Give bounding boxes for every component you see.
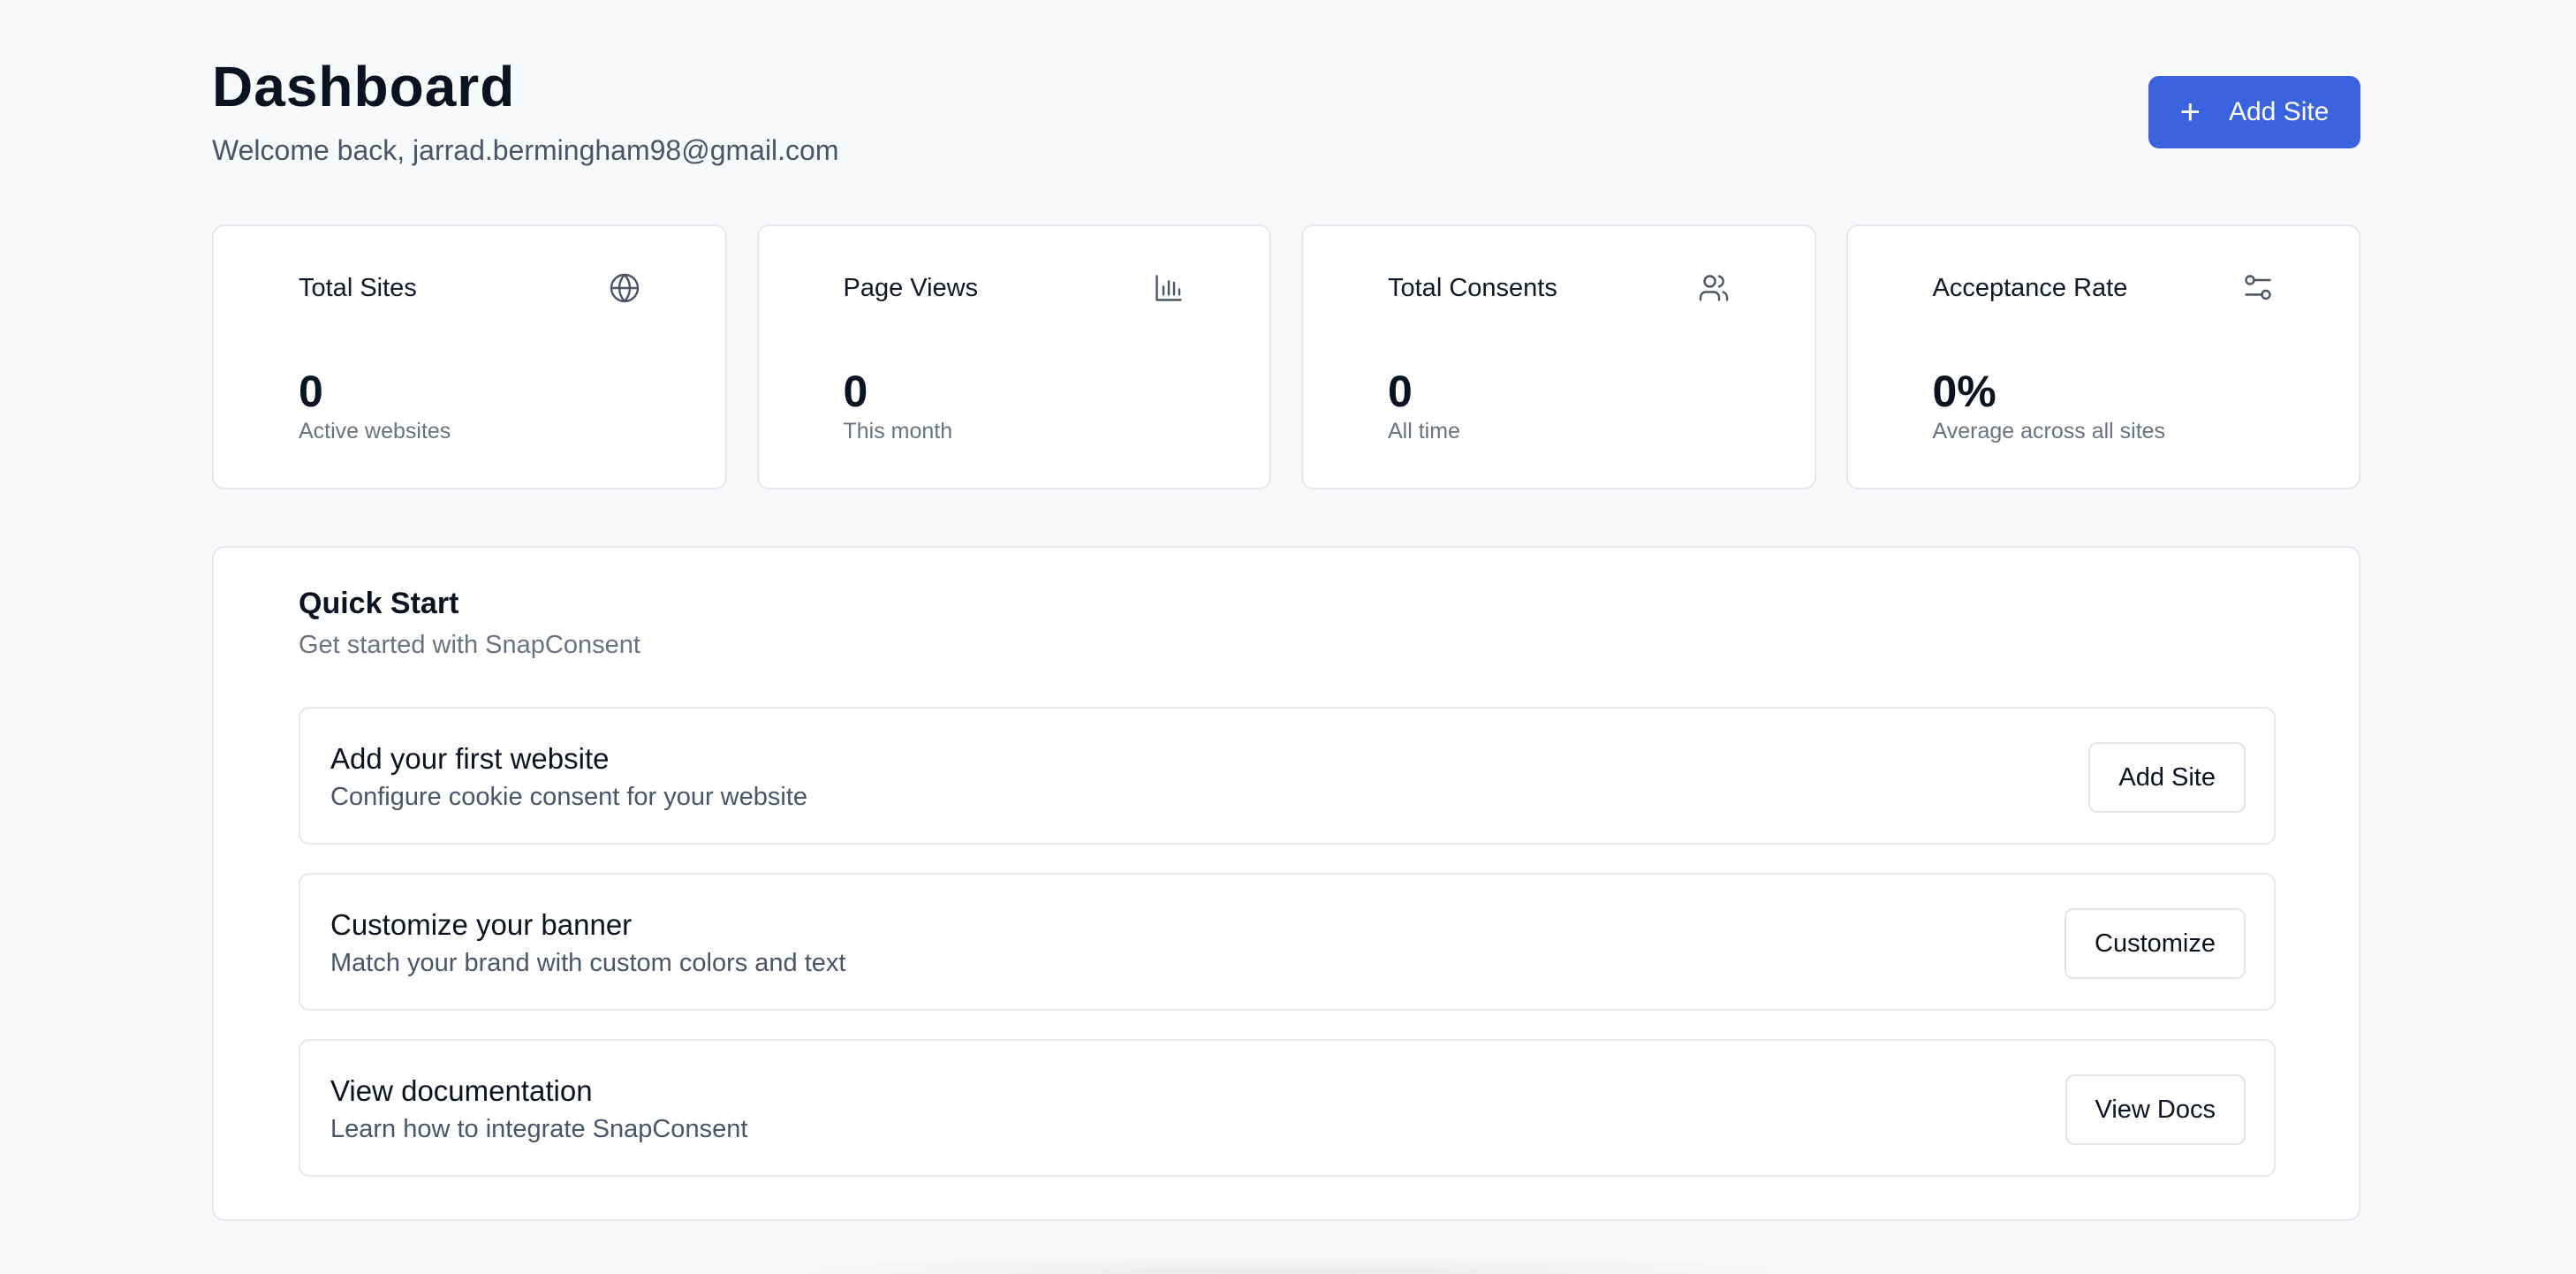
task-title: View documentation xyxy=(330,1074,593,1107)
bar-chart-icon xyxy=(1155,275,1182,301)
stat-card-total-consents: Total Consents 0 All time xyxy=(1301,224,1816,489)
stat-caption: Active websites xyxy=(299,419,451,444)
task-description: Learn how to integrate SnapConsent xyxy=(330,1115,748,1143)
add-site-button[interactable]: + Add Site xyxy=(2148,76,2360,148)
customize-button[interactable]: Customize xyxy=(2065,908,2246,979)
add-site-button-label: Add Site xyxy=(2228,97,2330,126)
globe-icon xyxy=(610,273,639,303)
plus-icon: + xyxy=(2179,93,2201,132)
quick-start-subtitle: Get started with SnapConsent xyxy=(299,631,640,659)
page-header: Dashboard Welcome back, jarrad.bermingha… xyxy=(212,55,2360,178)
stat-label: Page Views xyxy=(843,274,979,302)
task-description: Configure cookie consent for your websit… xyxy=(330,783,808,811)
stat-value: 0 xyxy=(1388,367,1413,416)
quick-start-card: Quick Start Get started with SnapConsent… xyxy=(212,546,2360,1221)
task-add-website: Add your first website Configure cookie … xyxy=(299,707,2276,845)
page-title: Dashboard xyxy=(212,55,516,118)
task-customize-banner: Customize your banner Match your brand w… xyxy=(299,873,2276,1011)
stat-value: 0 xyxy=(843,367,868,416)
stat-label: Total Consents xyxy=(1388,274,1557,302)
stat-value: 0% xyxy=(1932,367,1996,416)
task-title: Customize your banner xyxy=(330,908,633,941)
stat-card-total-sites: Total Sites 0 Active websites xyxy=(212,224,727,489)
add-site-task-button[interactable]: Add Site xyxy=(2088,742,2246,813)
stat-caption: This month xyxy=(843,419,953,444)
stats-row: Total Sites 0 Active websites Page Views… xyxy=(212,224,2360,489)
task-view-documentation: View documentation Learn how to integrat… xyxy=(299,1039,2276,1177)
bottom-shadow xyxy=(698,1255,1882,1274)
users-icon xyxy=(1699,275,1728,301)
sliders-icon xyxy=(2245,275,2271,300)
task-title: Add your first website xyxy=(330,742,610,775)
stat-card-acceptance-rate: Acceptance Rate 0% Average across all si… xyxy=(1845,224,2360,489)
stat-caption: All time xyxy=(1388,419,1460,444)
stat-caption: Average across all sites xyxy=(1932,419,2166,444)
quick-start-title: Quick Start xyxy=(299,587,459,620)
dashboard-page: Dashboard Welcome back, jarrad.bermingha… xyxy=(0,0,2576,1274)
view-docs-button[interactable]: View Docs xyxy=(2065,1074,2246,1145)
task-description: Match your brand with custom colors and … xyxy=(330,949,846,977)
stat-label: Total Sites xyxy=(299,274,417,302)
stat-label: Acceptance Rate xyxy=(1932,274,2128,302)
stat-card-page-views: Page Views 0 This month xyxy=(756,224,1271,489)
welcome-text: Welcome back, jarrad.bermingham98@gmail.… xyxy=(212,134,839,166)
stat-value: 0 xyxy=(299,367,323,416)
